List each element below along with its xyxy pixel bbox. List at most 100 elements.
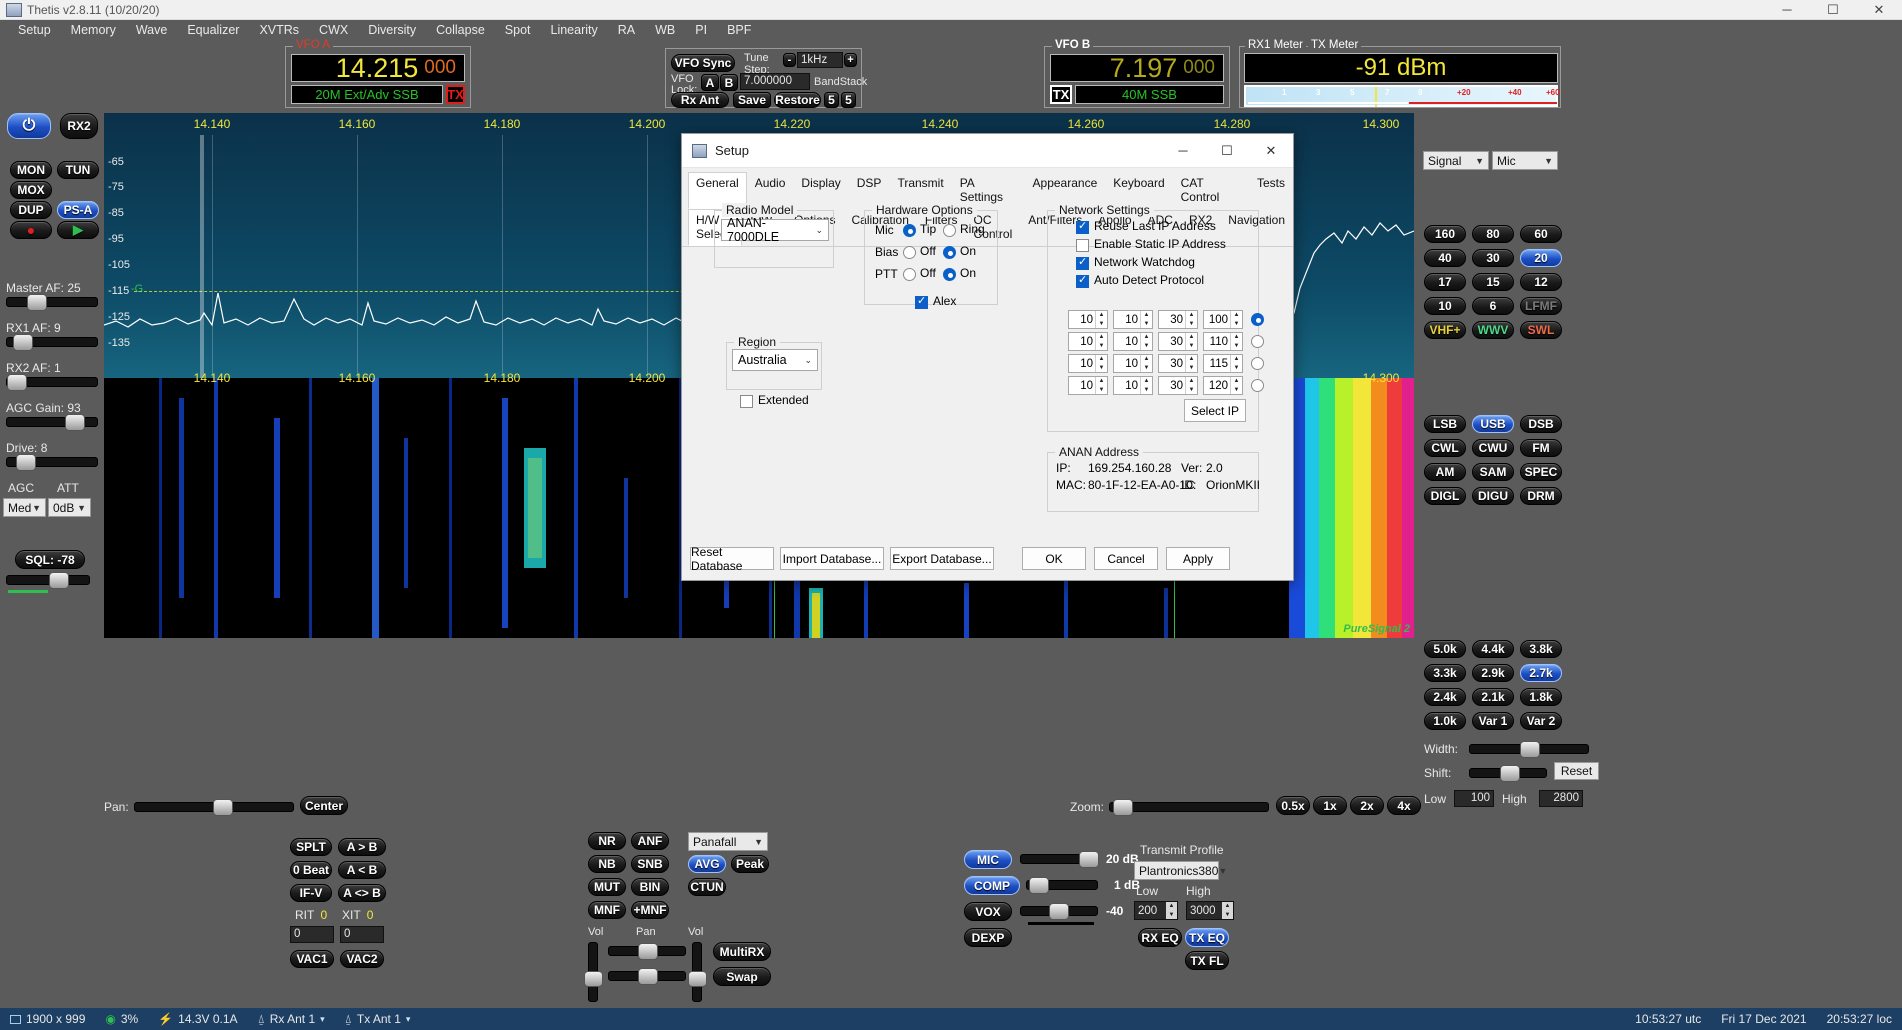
chevron-down-icon[interactable]: ▾ bbox=[320, 1014, 325, 1025]
menu-item-equalizer[interactable]: Equalizer bbox=[177, 21, 249, 39]
filter-button-1k0[interactable]: 1.0k bbox=[1424, 712, 1466, 730]
filter-button-var1[interactable]: Var 1 bbox=[1472, 712, 1514, 730]
status-rx-ant[interactable]: ⍙ Rx Ant 1 ▾ bbox=[248, 1012, 335, 1027]
rx-eq-button[interactable]: RX EQ bbox=[1138, 928, 1182, 947]
chevron-down-icon[interactable]: ▾ bbox=[406, 1014, 411, 1025]
menu-item-collapse[interactable]: Collapse bbox=[426, 21, 495, 39]
mode-button-cwu[interactable]: CWU bbox=[1472, 439, 1514, 457]
nr-button[interactable]: NR bbox=[588, 832, 626, 850]
spinner-arrows-icon[interactable]: ▲ ▼ bbox=[1222, 902, 1233, 919]
ip-row3-radio[interactable] bbox=[1251, 357, 1264, 370]
rx2-af-slider[interactable] bbox=[6, 374, 98, 391]
band-button-12[interactable]: 12 bbox=[1520, 273, 1562, 291]
enable-static-ip-checkbox[interactable] bbox=[1076, 239, 1089, 252]
vox-button[interactable]: VOX bbox=[964, 902, 1012, 921]
dup-button[interactable]: DUP bbox=[10, 201, 52, 219]
squelch-button[interactable]: SQL: -78 bbox=[15, 550, 85, 569]
rx1-volume-slider[interactable] bbox=[584, 942, 603, 1002]
ip-row1-octet3[interactable]: 30 ▲ ▼ bbox=[1158, 310, 1198, 329]
a-swap-b-button[interactable]: A <> B bbox=[338, 884, 386, 902]
ip-row1-octet2[interactable]: 10 ▲ ▼ bbox=[1113, 310, 1153, 329]
ip-row3-octet3[interactable]: 30 ▲ ▼ bbox=[1158, 354, 1198, 373]
filter-width-slider[interactable] bbox=[1469, 741, 1589, 758]
vfo-b-frequency-display[interactable]: 7.197 000 bbox=[1050, 53, 1224, 83]
att-select[interactable]: 0dB ▼ bbox=[48, 498, 91, 517]
spinner-arrows-icon[interactable]: ▲ ▼ bbox=[1095, 311, 1107, 328]
ip-row4-octet4[interactable]: 120 ▲ ▼ bbox=[1203, 376, 1243, 395]
ptt-on-radio[interactable] bbox=[943, 268, 956, 281]
setup-dialog[interactable]: Setup ─ ☐ ✕ General Audio Display DSP Tr… bbox=[681, 133, 1294, 581]
mode-button-lsb[interactable]: LSB bbox=[1424, 415, 1466, 433]
anf-button[interactable]: ANF bbox=[631, 832, 669, 850]
rx2-volume-slider[interactable] bbox=[688, 942, 707, 1002]
mic-tip-radio[interactable] bbox=[903, 224, 916, 237]
ps-a-button[interactable]: PS-A bbox=[57, 201, 99, 219]
mox-button[interactable]: MOX bbox=[10, 181, 52, 199]
ip-row1-octet4[interactable]: 100 ▲ ▼ bbox=[1203, 310, 1243, 329]
spinner-arrows-icon[interactable]: ▲ ▼ bbox=[1230, 333, 1242, 350]
band-button-20[interactable]: 20 bbox=[1520, 249, 1562, 267]
ip-row2-radio[interactable] bbox=[1251, 335, 1264, 348]
spinner-arrows-icon[interactable]: ▲ ▼ bbox=[1230, 355, 1242, 372]
ip-row4-octet3[interactable]: 30 ▲ ▼ bbox=[1158, 376, 1198, 395]
spinner-arrows-icon[interactable]: ▲ ▼ bbox=[1140, 333, 1152, 350]
filter-button-2k1[interactable]: 2.1k bbox=[1472, 688, 1514, 706]
band-button-160[interactable]: 160 bbox=[1424, 225, 1466, 243]
mode-button-fm[interactable]: FM bbox=[1520, 439, 1562, 457]
filter-button-1k8[interactable]: 1.8k bbox=[1520, 688, 1562, 706]
spinner-arrows-icon[interactable]: ▲ ▼ bbox=[1140, 355, 1152, 372]
tab-tests[interactable]: Tests bbox=[1249, 172, 1293, 209]
vox-slider[interactable] bbox=[1020, 903, 1098, 920]
comp-slider[interactable] bbox=[1026, 877, 1098, 894]
menu-item-cwx[interactable]: CWX bbox=[309, 21, 358, 39]
mode-button-digu[interactable]: DIGU bbox=[1472, 487, 1514, 505]
window-close-button[interactable]: ✕ bbox=[1856, 0, 1902, 20]
filter-button-3k3[interactable]: 3.3k bbox=[1424, 664, 1466, 682]
network-watchdog-checkbox[interactable] bbox=[1076, 255, 1089, 270]
mode-button-usb[interactable]: USB bbox=[1472, 415, 1514, 433]
add-mnf-button[interactable]: +MNF bbox=[631, 901, 669, 919]
pan-slider[interactable] bbox=[134, 799, 294, 816]
mic-ring-radio[interactable] bbox=[943, 224, 956, 237]
ip-row3-octet2[interactable]: 10 ▲ ▼ bbox=[1113, 354, 1153, 373]
rx1-pan-slider[interactable] bbox=[608, 943, 686, 960]
vfo-b-mode-display[interactable]: 40M SSB bbox=[1075, 85, 1224, 104]
mut-button[interactable]: MUT bbox=[588, 878, 626, 896]
filter-button-3k8[interactable]: 3.8k bbox=[1520, 640, 1562, 658]
zoom-slider[interactable] bbox=[1109, 799, 1269, 816]
filter-button-var2[interactable]: Var 2 bbox=[1520, 712, 1562, 730]
rx1-af-slider[interactable] bbox=[6, 334, 98, 351]
band-button-vhf[interactable]: VHF+ bbox=[1424, 321, 1466, 339]
vfo-b-tx-indicator[interactable]: TX bbox=[1050, 85, 1072, 104]
vfo-a-mode-display[interactable]: 20M Ext/Adv SSB bbox=[291, 85, 443, 104]
ip-row2-octet3[interactable]: 30 ▲ ▼ bbox=[1158, 332, 1198, 351]
spinner-arrows-icon[interactable]: ▲ ▼ bbox=[1185, 355, 1197, 372]
rx-ant-button[interactable]: Rx Ant bbox=[671, 92, 729, 108]
record-button[interactable]: ● bbox=[10, 221, 52, 239]
rx2-pan-slider[interactable] bbox=[608, 968, 686, 985]
auto-detect-protocol-checkbox[interactable] bbox=[1076, 273, 1089, 288]
zoom-0.5x-button[interactable]: 0.5x bbox=[1276, 796, 1310, 815]
tab-display[interactable]: Display bbox=[793, 172, 848, 209]
zoom-4x-button[interactable]: 4x bbox=[1387, 796, 1421, 815]
filter-button-4k4[interactable]: 4.4k bbox=[1472, 640, 1514, 658]
reuse-last-ip-checkbox[interactable] bbox=[1076, 219, 1089, 234]
ok-button[interactable]: OK bbox=[1022, 547, 1086, 570]
ip-row4-octet2[interactable]: 10 ▲ ▼ bbox=[1113, 376, 1153, 395]
zero-beat-button[interactable]: 0 Beat bbox=[290, 861, 332, 879]
spinner-arrows-icon[interactable]: ▲ ▼ bbox=[1140, 311, 1152, 328]
spinner-arrows-icon[interactable]: ▲ ▼ bbox=[1095, 333, 1107, 350]
vfo-lock-a-button[interactable]: A bbox=[701, 74, 719, 91]
spinner-arrows-icon[interactable]: ▲ ▼ bbox=[1095, 355, 1107, 372]
power-button[interactable]: ⏻ bbox=[7, 113, 51, 139]
play-button[interactable]: ▶ bbox=[57, 221, 99, 239]
band-button-6[interactable]: 6 bbox=[1472, 297, 1514, 315]
region-select[interactable]: Australia ⌄ bbox=[732, 349, 818, 371]
mnf-button[interactable]: MNF bbox=[588, 901, 626, 919]
mode-button-spec[interactable]: SPEC bbox=[1520, 463, 1562, 481]
tab-cat-control[interactable]: CAT Control bbox=[1173, 172, 1249, 209]
spinner-arrows-icon[interactable]: ▲ ▼ bbox=[1185, 377, 1197, 394]
transmit-profile-select[interactable]: Plantronics380 ▼ bbox=[1134, 861, 1227, 880]
peak-button[interactable]: Peak bbox=[731, 855, 769, 873]
mode-button-sam[interactable]: SAM bbox=[1472, 463, 1514, 481]
